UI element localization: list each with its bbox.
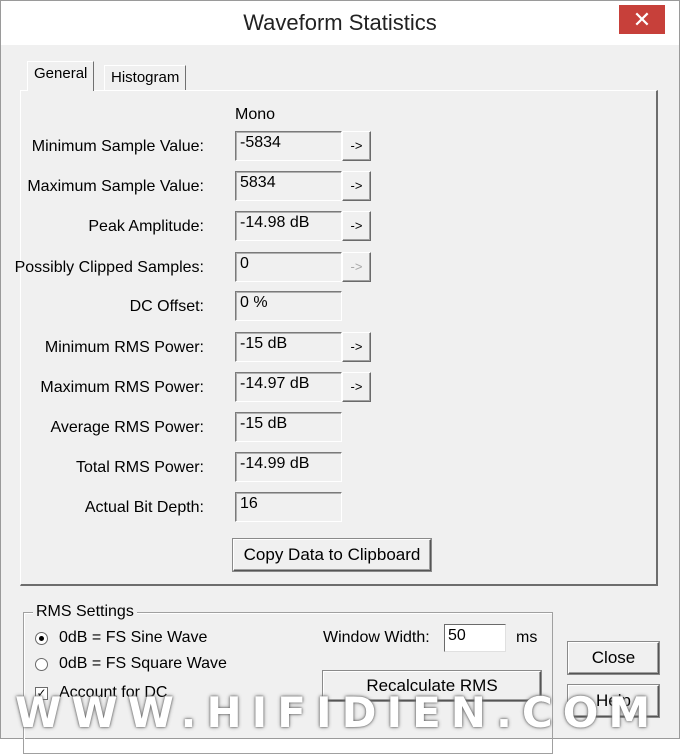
goto-clipped-button[interactable]: -> <box>342 252 371 282</box>
goto-min-sample-button[interactable]: -> <box>342 131 371 161</box>
max-rms-value: -14.97 dB <box>235 372 342 402</box>
max-sample-label: Maximum Sample Value: <box>27 178 204 195</box>
rms-settings-title: RMS Settings <box>33 603 137 621</box>
min-sample-label: Minimum Sample Value: <box>31 138 204 155</box>
total-rms-label: Total RMS Power: <box>75 459 204 476</box>
window-width-unit: ms <box>516 629 538 646</box>
peak-amplitude-label: Peak Amplitude: <box>88 218 204 235</box>
window-width-label: Window Width: <box>323 629 430 646</box>
sine-wave-label[interactable]: 0dB = FS Sine Wave <box>59 629 207 647</box>
dc-offset-value: 0 % <box>235 291 342 321</box>
window-title: Waveform Statistics <box>243 10 437 35</box>
total-rms-value: -14.99 dB <box>235 452 342 482</box>
avg-rms-value: -15 dB <box>235 412 342 442</box>
channel-header: Mono <box>235 106 276 123</box>
general-tab-panel: Mono Minimum Sample Value: -5834 -> Maxi… <box>15 90 658 586</box>
goto-max-rms-button[interactable]: -> <box>342 372 371 402</box>
goto-peak-button[interactable]: -> <box>342 211 371 241</box>
waveform-statistics-window: Waveform Statistics ✕ General Histogram … <box>0 0 680 754</box>
close-button[interactable]: Close <box>568 642 659 674</box>
copy-to-clipboard-button[interactable]: Copy Data to Clipboard <box>233 539 431 571</box>
dc-offset-label: DC Offset: <box>129 298 204 315</box>
min-sample-value: -5834 <box>235 131 342 161</box>
title-bar[interactable]: Waveform Statistics ✕ <box>1 1 679 45</box>
goto-min-rms-button[interactable]: -> <box>342 332 371 362</box>
window-width-input[interactable]: 50 <box>444 624 506 652</box>
clipped-samples-label: Possibly Clipped Samples: <box>14 259 204 276</box>
close-window-icon[interactable]: ✕ <box>619 5 665 34</box>
square-wave-radio[interactable] <box>35 658 48 671</box>
max-rms-label: Maximum RMS Power: <box>40 379 204 396</box>
min-rms-label: Minimum RMS Power: <box>44 339 204 356</box>
min-rms-value: -15 dB <box>235 332 342 362</box>
clipped-samples-value: 0 <box>235 252 342 282</box>
tab-histogram[interactable]: Histogram <box>104 65 187 91</box>
sine-wave-radio[interactable] <box>35 632 48 645</box>
square-wave-label[interactable]: 0dB = FS Square Wave <box>59 655 227 673</box>
tab-general[interactable]: General <box>27 61 95 91</box>
max-sample-value: 5834 <box>235 171 342 201</box>
avg-rms-label: Average RMS Power: <box>50 419 204 436</box>
goto-max-sample-button[interactable]: -> <box>342 171 371 201</box>
peak-amplitude-value: -14.98 dB <box>235 211 342 241</box>
site-watermark: WWW.HIFIDIEN.COM <box>15 688 661 737</box>
bit-depth-value: 16 <box>235 492 342 522</box>
bit-depth-label: Actual Bit Depth: <box>84 499 204 516</box>
